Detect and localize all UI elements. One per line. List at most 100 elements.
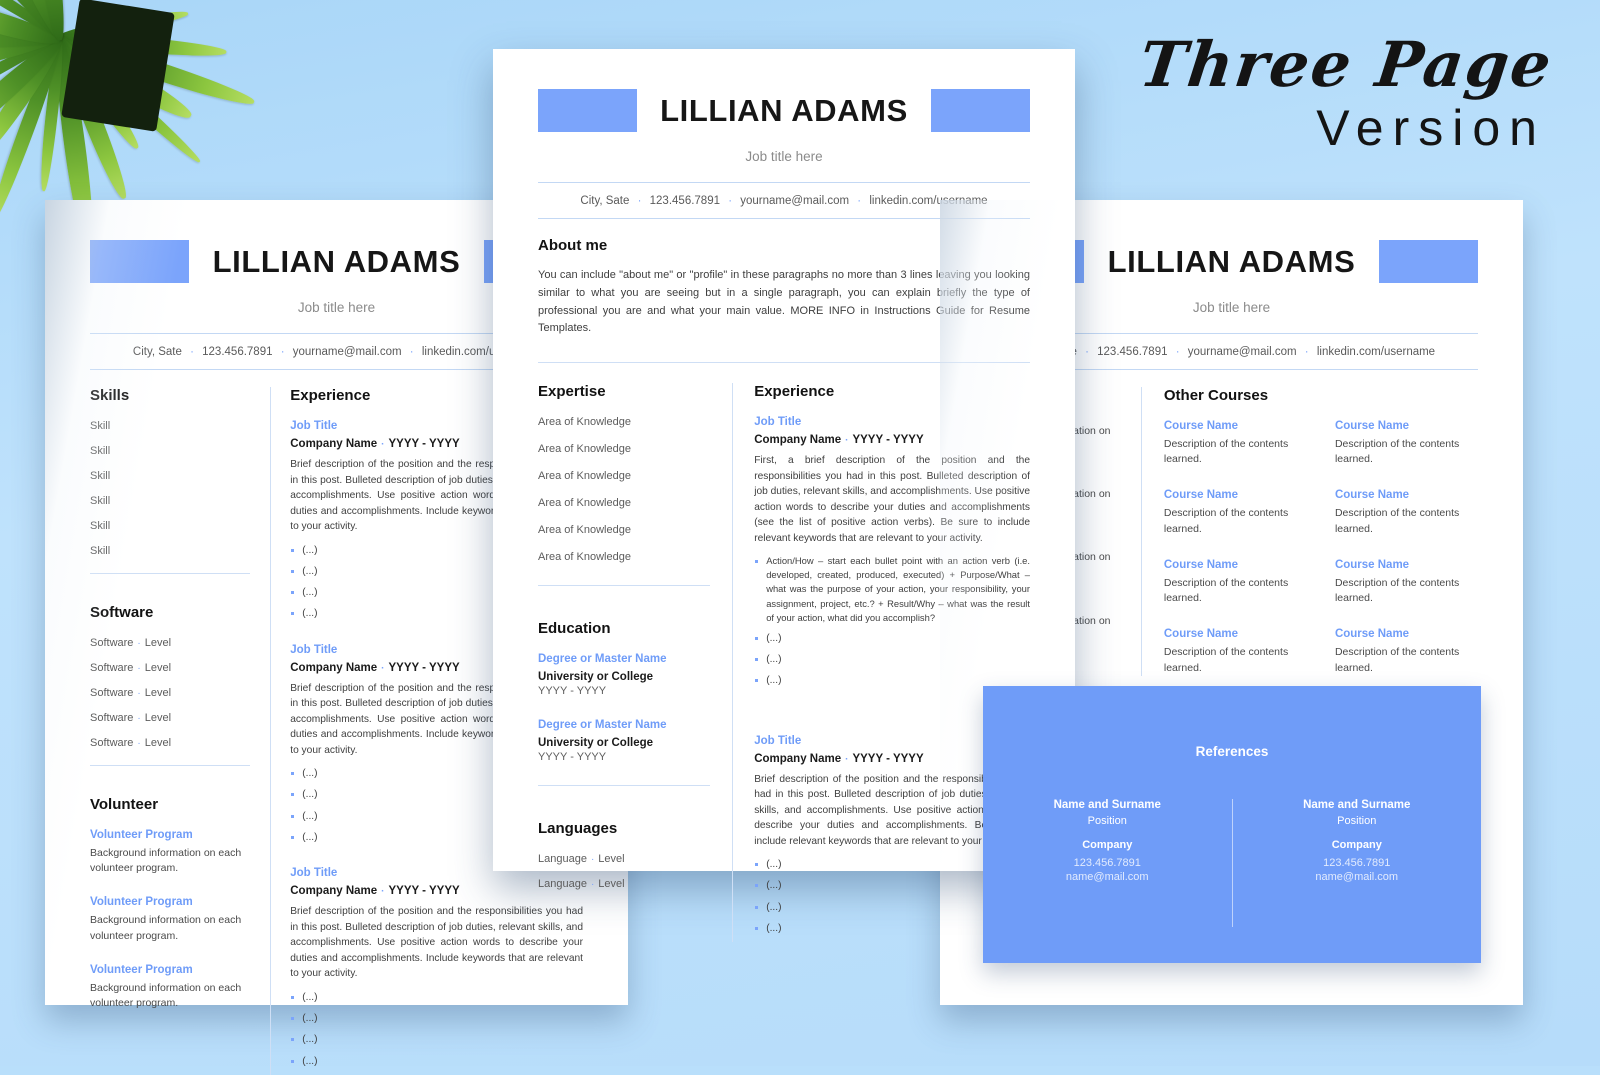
dot-separator-icon: · — [185, 346, 199, 358]
accent-box-right — [1379, 240, 1478, 283]
course-name: Course Name — [1335, 628, 1478, 640]
language-item: Language·Level — [538, 878, 710, 890]
dot-separator-icon: · — [377, 886, 388, 897]
expertise-item: Area of Knowledge — [538, 551, 710, 563]
company-name: Company Name — [754, 753, 841, 765]
school-name: University or College — [538, 737, 710, 749]
dot-separator-icon: · — [276, 346, 290, 358]
bullet-item: (...) — [754, 652, 1030, 667]
reference-position: Position — [1233, 815, 1482, 827]
software-item: Software·Level — [90, 737, 250, 749]
bullet-item: (...) — [290, 990, 583, 1005]
course-item: Course Name Description of the contents … — [1335, 628, 1478, 675]
dot-separator-icon: · — [405, 346, 419, 358]
reference-item: Name and Surname Position Company 123.45… — [983, 799, 1232, 927]
education-item: Degree or Master Name University or Coll… — [538, 653, 710, 697]
volunteer-program: Volunteer Program — [90, 964, 250, 976]
section-title: Languages — [538, 820, 710, 837]
contact-email: yourname@mail.com — [1188, 346, 1297, 358]
reference-email: name@mail.com — [983, 871, 1232, 883]
dot-separator-icon: · — [377, 439, 388, 450]
volunteer-program: Volunteer Program — [90, 896, 250, 908]
software-item: Software·Level — [90, 662, 250, 674]
section-divider — [90, 765, 250, 766]
job-title-subtitle: Job title here — [538, 149, 1030, 164]
contact-email: yourname@mail.com — [740, 195, 849, 207]
contact-city: City, Sate — [580, 195, 629, 207]
dot-separator-icon: · — [852, 195, 866, 207]
accent-box-left — [538, 89, 637, 132]
section-title: Volunteer — [90, 796, 250, 813]
course-item: Course Name Description of the contents … — [1335, 489, 1478, 536]
section-title: References — [983, 686, 1481, 759]
section-divider — [538, 362, 1030, 363]
education-item: Degree or Master Name University or Coll… — [538, 719, 710, 763]
reference-name: Name and Surname — [1233, 799, 1482, 811]
job-dates: YYYY - YYYY — [852, 753, 923, 765]
job-bullets: (...) (...) (...) (...) — [290, 990, 583, 1069]
dot-separator-icon: · — [133, 713, 144, 724]
volunteer-item: Volunteer Program Background information… — [90, 829, 250, 876]
expertise-item: Area of Knowledge — [538, 497, 710, 509]
reference-company: Company — [983, 839, 1232, 851]
accent-box-right — [931, 89, 1030, 132]
section-divider — [538, 585, 710, 586]
course-name: Course Name — [1164, 489, 1307, 501]
job-dates: YYYY - YYYY — [389, 438, 460, 450]
accent-box-left — [90, 240, 189, 283]
degree-name: Degree or Master Name — [538, 719, 710, 731]
course-name: Course Name — [1164, 628, 1307, 640]
software-item: Software·Level — [90, 687, 250, 699]
courses-grid: Course Name Description of the contents … — [1164, 420, 1478, 676]
course-item: Course Name Description of the contents … — [1164, 489, 1307, 536]
page-one-left-column: Skills Skill Skill Skill Skill Skill Ski… — [90, 387, 250, 1075]
software-level: Level — [145, 712, 171, 724]
job-dates: YYYY - YYYY — [389, 885, 460, 897]
dot-separator-icon: · — [133, 688, 144, 699]
company-line: Company Name·YYYY - YYYY — [754, 434, 1030, 446]
company-name: Company Name — [290, 885, 377, 897]
section-divider — [90, 573, 250, 574]
skill-item: Skill — [90, 445, 250, 457]
course-name: Course Name — [1164, 559, 1307, 571]
course-item: Course Name Description of the contents … — [1164, 420, 1307, 467]
skill-item: Skill — [90, 520, 250, 532]
contact-linkedin: linkedin.com/username — [1317, 346, 1435, 358]
course-description: Description of the contents learned. — [1164, 437, 1307, 467]
software-name: Software — [90, 737, 133, 749]
course-description: Description of the contents learned. — [1335, 506, 1478, 536]
software-name: Software — [90, 687, 133, 699]
course-description: Description of the contents learned. — [1164, 645, 1307, 675]
dot-separator-icon: · — [587, 854, 598, 865]
contact-city: City, Sate — [133, 346, 182, 358]
references-band: References Name and Surname Position Com… — [983, 686, 1481, 963]
section-divider — [538, 785, 710, 786]
expertise-item: Area of Knowledge — [538, 416, 710, 428]
course-item: Course Name Description of the contents … — [1164, 559, 1307, 606]
software-level: Level — [145, 637, 171, 649]
page-two-header: LILLIAN ADAMS — [538, 49, 1030, 132]
course-name: Course Name — [1335, 420, 1478, 432]
section-title: Other Courses — [1164, 387, 1478, 404]
expertise-item: Area of Knowledge — [538, 470, 710, 482]
course-description: Description of the contents learned. — [1335, 576, 1478, 606]
course-description: Description of the contents learned. — [1335, 437, 1478, 467]
company-name: Company Name — [290, 438, 377, 450]
bullet-item: (...) — [754, 631, 1030, 646]
dot-separator-icon: · — [723, 195, 737, 207]
page-title: LILLIAN ADAMS — [1084, 244, 1379, 280]
dot-separator-icon: · — [133, 663, 144, 674]
expertise-item: Area of Knowledge — [538, 443, 710, 455]
company-name: Company Name — [290, 662, 377, 674]
course-name: Course Name — [1335, 489, 1478, 501]
reference-item: Name and Surname Position Company 123.45… — [1233, 799, 1482, 927]
dot-separator-icon: · — [1171, 346, 1185, 358]
section-title: Experience — [754, 383, 1030, 400]
course-description: Description of the contents learned. — [1164, 576, 1307, 606]
dot-separator-icon: · — [841, 435, 852, 446]
skill-item: Skill — [90, 470, 250, 482]
bullet-item: Action/How – start each bullet point wit… — [754, 554, 1030, 625]
contact-email: yourname@mail.com — [293, 346, 402, 358]
course-description: Description of the contents learned. — [1164, 506, 1307, 536]
education-dates: YYYY - YYYY — [538, 751, 710, 763]
